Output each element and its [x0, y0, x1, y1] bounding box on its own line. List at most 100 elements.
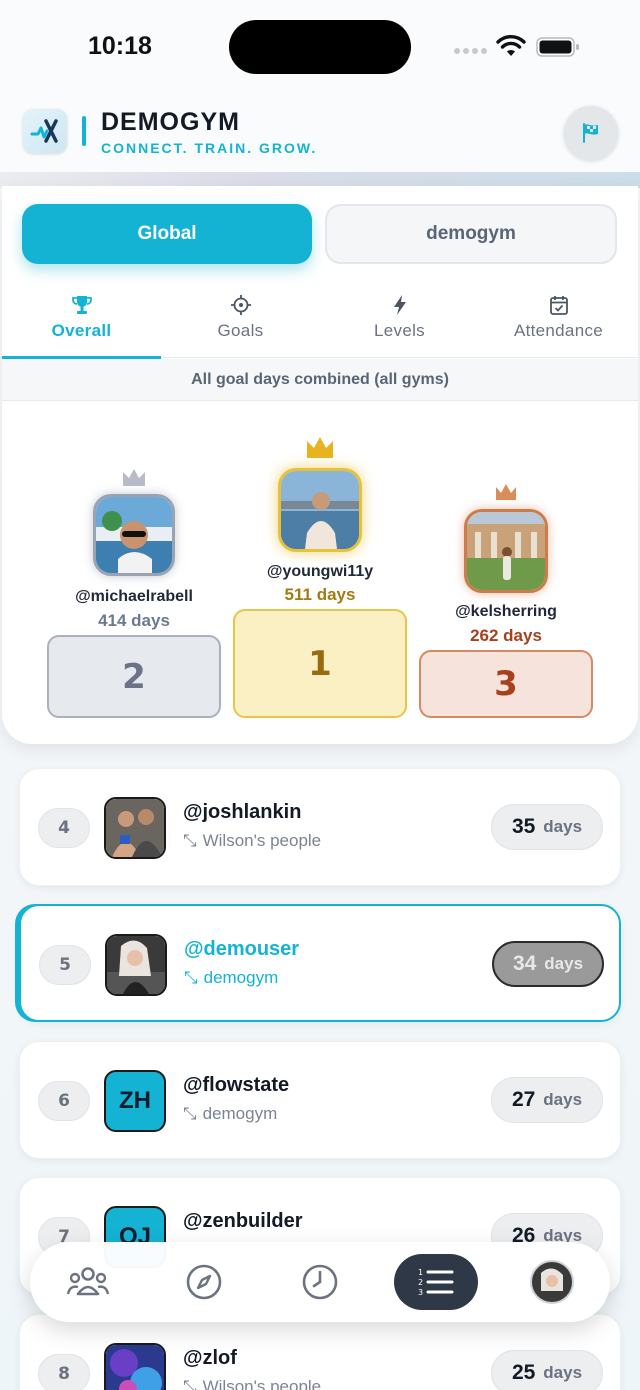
avatar	[104, 1343, 166, 1390]
days-count: 35	[511, 815, 536, 838]
avatar[interactable]	[464, 509, 548, 593]
username: @demouser	[184, 938, 300, 960]
leaderboard-tabs: Overall Goals Levels Attendance	[2, 288, 638, 359]
gym-name: ⤡ demogym	[183, 1104, 277, 1124]
list-item-current-user[interactable]: 5 @demouser ⤡ demogym 34 days	[19, 904, 621, 1022]
rank-badge: 6	[38, 1081, 90, 1121]
podium-second-handle[interactable]: @michaelrabell	[47, 588, 221, 606]
gym-label: demogym	[203, 968, 279, 987]
rank-badge: 8	[38, 1354, 90, 1390]
podium-third-handle[interactable]: @kelsherring	[419, 603, 593, 621]
flag-button[interactable]	[564, 106, 618, 160]
compass-icon	[186, 1264, 222, 1300]
avatar-initials: ZH	[104, 1070, 166, 1132]
avatar	[104, 797, 166, 859]
wifi-icon	[496, 35, 526, 56]
avatar[interactable]	[278, 468, 362, 552]
gym-label: Wilson's people	[202, 1377, 322, 1390]
svg-text:2: 2	[418, 1278, 423, 1287]
profile-photo	[467, 512, 545, 590]
link-icon: ⤡	[184, 968, 198, 987]
link-icon: ⤡	[183, 1377, 197, 1390]
profile-photo	[281, 471, 359, 549]
podium-third-block: 3	[419, 650, 593, 718]
gym-name: ⤡ Wilson's people	[183, 831, 321, 851]
days-count: 27	[511, 1088, 536, 1111]
podium-first-days: 511 days	[284, 585, 356, 604]
header-divider	[82, 116, 86, 146]
link-icon: ⤡	[183, 831, 197, 850]
scope-gym-button[interactable]: demogym	[325, 204, 617, 264]
avatar[interactable]	[93, 494, 175, 576]
days-pill: 25 days	[491, 1350, 603, 1390]
leaderboard-icon: 1 2 3	[418, 1268, 454, 1297]
profile-photo	[106, 799, 164, 857]
days-pill: 27 days	[491, 1077, 603, 1123]
nav-history[interactable]	[292, 1254, 348, 1310]
brand-tagline: CONNECT. TRAIN. GROW.	[101, 140, 318, 156]
days-pill: 34 days	[492, 941, 604, 987]
gym-label: demogym	[202, 1104, 278, 1123]
silver-crown-icon	[123, 469, 145, 486]
people-icon	[66, 1267, 110, 1296]
list-item[interactable]: 8 @zlof ⤡ Wilson's people 25 days	[19, 1314, 621, 1390]
bottom-nav: 1 2 3	[30, 1242, 610, 1322]
avatar	[105, 934, 167, 996]
profile-photo	[107, 936, 165, 994]
gym-label: Wilson's people	[202, 831, 322, 850]
tab-label: Attendance	[513, 321, 603, 340]
checkered-flag-icon	[583, 123, 598, 143]
days-unit: days	[543, 1090, 583, 1109]
username: @zlof	[183, 1347, 237, 1369]
podium-third-days: 262 days	[470, 626, 542, 645]
tab-overall[interactable]: Overall	[2, 288, 161, 359]
days-unit: days	[543, 817, 583, 836]
tab-goals[interactable]: Goals	[161, 288, 320, 358]
svg-text:3: 3	[418, 1288, 423, 1297]
calendar-check-icon	[549, 296, 568, 315]
days-unit: days	[543, 1363, 583, 1382]
username: @joshlankin	[183, 801, 302, 823]
brand-name: DEMOGYM	[101, 108, 240, 136]
profile-photo	[96, 497, 172, 573]
days-count: 34	[512, 952, 537, 975]
signal-icon	[454, 48, 487, 54]
nav-profile[interactable]	[524, 1254, 580, 1310]
nav-explore[interactable]	[176, 1254, 232, 1310]
clock-icon	[302, 1264, 338, 1300]
link-icon: ⤡	[183, 1104, 197, 1123]
target-icon	[230, 295, 251, 315]
svg-text:1: 1	[418, 1268, 423, 1277]
days-count: 25	[511, 1361, 536, 1384]
tab-attendance[interactable]: Attendance	[479, 288, 638, 358]
podium-second-block: 2	[47, 635, 221, 718]
podium-first-handle[interactable]: @youngwi11y	[233, 563, 407, 581]
gold-crown-icon	[307, 437, 333, 458]
days-unit: days	[544, 954, 584, 973]
gym-name: ⤡ demogym	[184, 968, 278, 988]
list-item[interactable]: 6 ZH @flowstate ⤡ demogym 27 days	[19, 1041, 621, 1159]
trophy-icon	[71, 296, 92, 314]
scope-global-button[interactable]: Global	[22, 204, 312, 264]
podium-first-block: 1	[233, 609, 407, 718]
dynamic-island	[229, 20, 411, 74]
logo-mark-icon	[30, 119, 58, 143]
username: @flowstate	[183, 1074, 290, 1096]
app-header: DEMOGYM CONNECT. TRAIN. GROW.	[0, 92, 640, 174]
tab-label: Levels	[374, 321, 425, 340]
app-logo	[23, 109, 67, 153]
tab-levels[interactable]: Levels	[320, 288, 479, 358]
days-pill: 35 days	[491, 804, 603, 850]
battery-icon	[536, 37, 579, 57]
rank-badge: 5	[39, 945, 91, 985]
gym-name: ⤡ Wilson's people	[183, 1377, 321, 1390]
list-item[interactable]: 4 @joshlankin ⤡ Wilson's people 35 days	[19, 768, 621, 886]
username: @zenbuilder	[183, 1210, 303, 1232]
nav-community[interactable]	[60, 1254, 116, 1310]
podium-second-days: 414 days	[98, 611, 170, 630]
nav-leaderboard[interactable]: 1 2 3	[394, 1254, 478, 1310]
tab-label: Overall	[51, 321, 112, 340]
bronze-crown-icon	[496, 484, 516, 500]
status-bar: 10:18	[0, 0, 640, 92]
leaderboard-subtitle: All goal days combined (all gyms)	[2, 359, 638, 401]
